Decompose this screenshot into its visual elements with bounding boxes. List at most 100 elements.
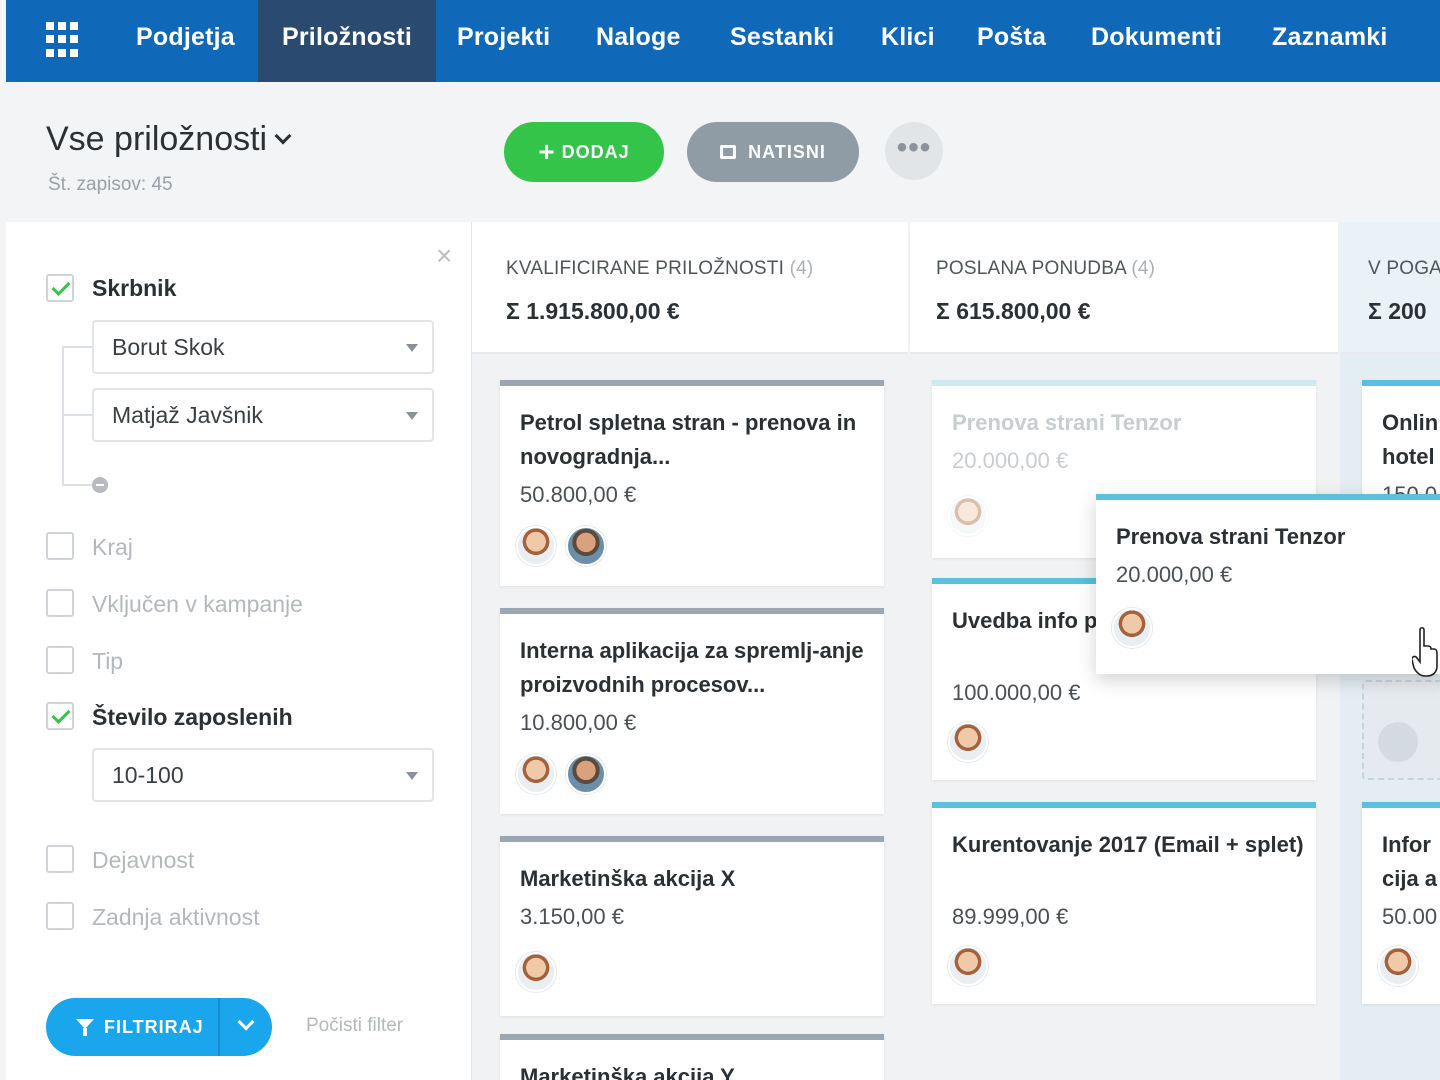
filter-button-label: FILTRIRAJ [104,1017,204,1037]
clear-filter-link[interactable]: Počisti filter [306,1015,403,1037]
card-title: Onlin hotel [1382,410,1439,469]
activity-filter-label: Dejavnost [92,847,195,873]
campaign-checkbox[interactable] [46,589,74,617]
card-amount: 3.150,00 € [520,904,624,929]
column-sum: Σ 1.915.800,00 € [506,298,680,324]
nav-item-projekti[interactable]: Projekti [457,0,550,82]
add-owner-icon[interactable] [92,477,108,493]
caret-down-icon [406,412,418,420]
avatar [516,526,556,566]
dragged-opportunity-card[interactable]: Prenova strani Tenzor 20.000,00 € [1096,494,1440,674]
card-amount: 10.800,00 € [520,710,637,735]
chevron-down-icon[interactable] [237,1013,255,1031]
location-checkbox[interactable] [46,532,74,560]
type-checkbox[interactable] [46,646,74,674]
print-button-label: NATISNI [748,142,826,162]
apps-grid-icon[interactable] [46,22,82,58]
filter-panel: × Skrbnik Borut Skok Matjaž Javšnik Kraj… [6,222,472,1080]
plus-icon: + [538,136,556,167]
tree-line [62,484,92,486]
nav-item-priloznosti[interactable]: Priložnosti [258,0,436,89]
location-filter-label: Kraj [92,534,133,560]
page-header: Vse priložnosti Št. zapisov: 45 + DODAJ N… [6,82,1440,222]
column-sum: Σ 200 [1368,298,1427,324]
record-count: Št. zapisov: 45 [48,174,173,195]
view-selector[interactable]: Vse priložnosti [46,120,292,159]
campaign-filter-label: Vključen v kampanje [92,591,303,617]
more-options-button[interactable]: ••• [885,122,943,180]
card-amount: 100.000,00 € [952,680,1081,705]
print-button[interactable]: NATISNI [687,122,859,182]
last-activity-checkbox[interactable] [46,902,74,930]
printer-icon [720,145,737,159]
column-sum: Σ 615.800,00 € [936,298,1091,324]
type-filter-label: Tip [92,648,124,674]
column-header: POSLANA PONUDBA (4) Σ 615.800,00 € [910,222,1338,354]
card-title: Infor cija a [1382,832,1438,891]
funnel-icon [76,1019,94,1036]
column-header: KVALIFICIRANE PRILOŽNOSTI (4) Σ 1.915.80… [472,222,908,354]
caret-down-icon [406,772,418,780]
pipeline-column: KVALIFICIRANE PRILOŽNOSTI (4) Σ 1.915.80… [472,222,908,1080]
card-title: Prenova strani Tenzor [952,410,1182,435]
card-amount: 50.800,00 € [520,482,637,507]
card-amount: 20.000,00 € [1116,562,1233,587]
avatar [1112,608,1152,648]
column-name: POSLANA PONUDBA (4) [936,258,1156,279]
opportunity-card[interactable]: Infor cija a 50.00 [1362,802,1440,1004]
avatar [948,722,988,762]
activity-checkbox[interactable] [46,845,74,873]
card-amount: 20.000,00 € [952,448,1069,473]
nav-item-klici[interactable]: Klici [881,0,935,82]
owner-select-value: Borut Skok [112,334,225,360]
add-button[interactable]: + DODAJ [504,122,664,182]
employees-select[interactable]: 10-100 [92,748,434,802]
tree-line [62,346,94,348]
column-header: V POGA Σ 200 [1340,222,1440,354]
card-amount: 50.00 [1382,904,1438,929]
opportunity-card[interactable]: Interna aplikacija za spremlj-anje proiz… [500,608,884,814]
owner-select-value: Matjaž Javšnik [112,402,263,428]
divider [218,998,220,1056]
hand-cursor-icon [1412,626,1438,677]
employees-select-value: 10-100 [112,762,184,788]
avatar-placeholder [1378,722,1418,762]
avatar [516,754,556,794]
avatar [948,946,988,986]
card-title: Marketinška akcija Y [520,1064,735,1080]
close-icon[interactable]: × [436,242,452,270]
chevron-down-icon [274,127,292,145]
nav-item-podjetja[interactable]: Podjetja [136,0,235,82]
avatar [1378,946,1418,986]
owner-checkbox[interactable] [46,274,74,302]
owner-select-1[interactable]: Borut Skok [92,320,434,374]
nav-item-posta[interactable]: Pošta [977,0,1046,82]
avatar [566,754,606,794]
card-title: Petrol spletna stran - prenova in novogr… [520,410,857,469]
employees-checkbox[interactable] [46,702,74,730]
nav-item-zaznamki[interactable]: Zaznamki [1272,0,1388,82]
column-name: KVALIFICIRANE PRILOŽNOSTI (4) [506,258,814,279]
card-title: Prenova strani Tenzor [1116,524,1346,549]
owner-select-2[interactable]: Matjaž Javšnik [92,388,434,442]
nav-item-naloge[interactable]: Naloge [596,0,681,82]
avatar [948,496,988,536]
card-title: Interna aplikacija za spremlj-anje proiz… [520,638,864,697]
last-activity-filter-label: Zadnja aktivnost [92,904,260,930]
nav-item-sestanki[interactable]: Sestanki [730,0,834,82]
caret-down-icon [406,344,418,352]
nav-item-dokumenti[interactable]: Dokumenti [1091,0,1222,82]
opportunity-card[interactable]: Petrol spletna stran - prenova in novogr… [500,380,884,586]
owner-filter-label: Skrbnik [92,275,177,301]
opportunity-card[interactable]: Marketinška akcija Y [500,1034,884,1080]
add-button-label: DODAJ [561,142,630,162]
card-amount: 89.999,00 € [952,904,1069,929]
drop-placeholder [1362,680,1440,780]
filter-button[interactable]: FILTRIRAJ [46,998,272,1056]
avatar [566,526,606,566]
avatar [516,952,556,992]
column-name: V POGA [1368,258,1440,279]
card-title: Kurentovanje 2017 (Email + splet) [952,832,1304,857]
opportunity-card[interactable]: Marketinška akcija X 3.150,00 € [500,836,884,1016]
opportunity-card[interactable]: Kurentovanje 2017 (Email + splet) 89.999… [932,802,1316,1004]
